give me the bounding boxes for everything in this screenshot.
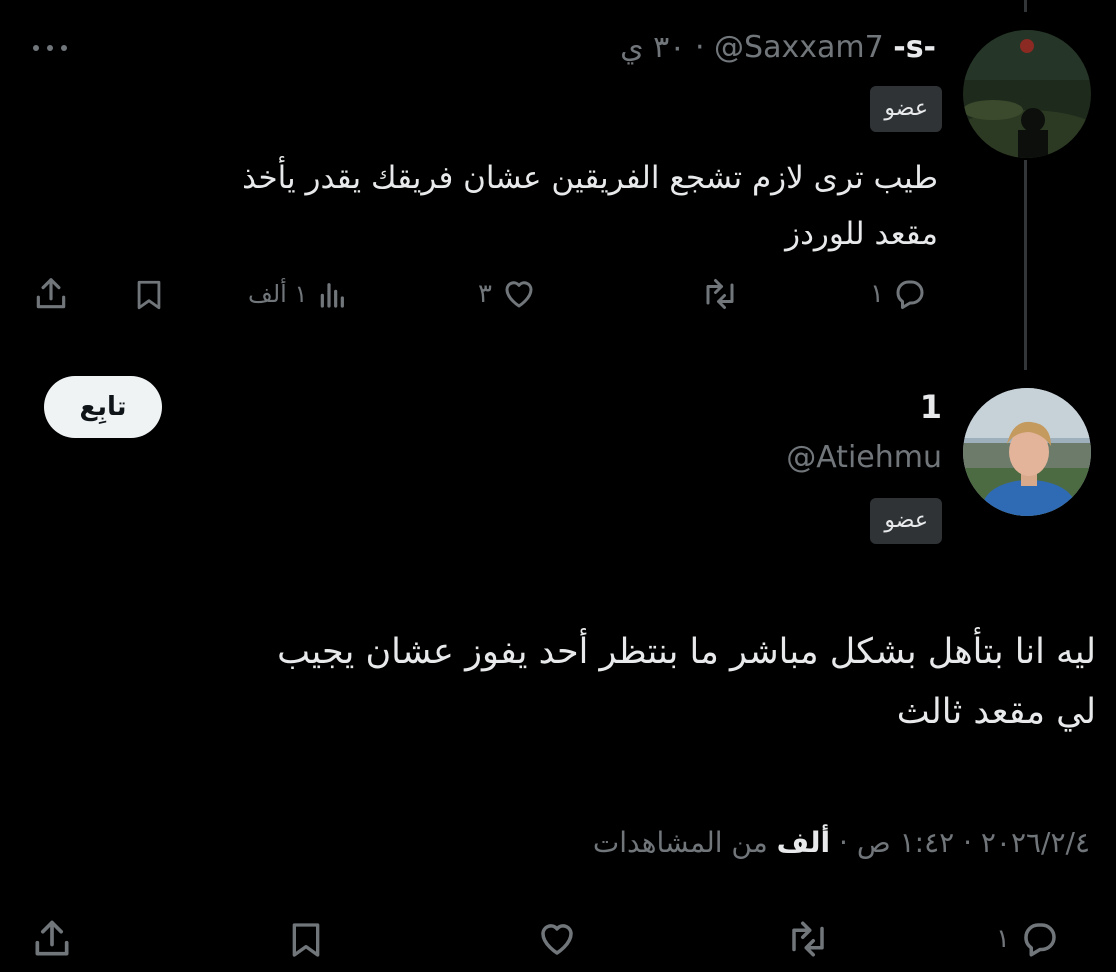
views-chart-icon (321, 283, 345, 308)
tweet-text: ليه انا بتأهل بشكل مباشر ما بنتظر أحد يف… (16, 622, 1096, 742)
share-icon (36, 278, 66, 309)
views-action[interactable]: ١ ألف (248, 278, 351, 310)
more-options-icon[interactable] (30, 38, 70, 58)
reply-action[interactable]: ١ (996, 918, 1062, 960)
reply-count: ١ (996, 924, 1010, 954)
follow-button[interactable]: تابِع (44, 376, 162, 438)
bookmark-action[interactable] (132, 276, 166, 314)
handle[interactable]: @Saxxam7 (714, 30, 884, 65)
reply-action[interactable]: ١ (870, 276, 928, 312)
handle[interactable]: @Atiehmu (786, 440, 942, 475)
tweet-text: طيب ترى لازم تشجع الفريقين عشان فريقك يق… (58, 150, 938, 262)
heart-icon (541, 924, 573, 955)
like-action[interactable]: ٣ (478, 276, 538, 312)
retweet-action[interactable] (700, 276, 748, 312)
member-badge: عضو (870, 498, 942, 544)
thread-connector-top (1024, 0, 1027, 12)
tweet-text-line: لي مقعد ثالث (896, 692, 1096, 732)
tweet-time[interactable]: ١:٤٢ ص (857, 826, 954, 859)
retweet-action[interactable] (784, 918, 832, 960)
display-name[interactable]: 1 (920, 388, 942, 426)
bookmark-action[interactable] (286, 918, 326, 962)
bookmark-icon (137, 280, 161, 310)
views-label: من المشاهدات (592, 826, 768, 859)
tweet-date[interactable]: ٢٠٢٦/٢/٤ (981, 826, 1090, 859)
like-count: ٣ (478, 279, 492, 309)
reply-header: -s- @Saxxam7 · ٣٠ ي (620, 30, 936, 65)
views-count: ١ ألف (248, 280, 308, 308)
share-icon (35, 920, 69, 956)
reply-icon (896, 280, 924, 309)
timestamp[interactable]: ٣٠ ي (620, 30, 685, 65)
tweet-text-line: طيب ترى لازم تشجع الفريقين عشان فريقك يق… (242, 160, 938, 196)
tweet-text-line: ليه انا بتأهل بشكل مباشر ما بنتظر أحد يف… (277, 632, 1096, 672)
reply-count: ١ (870, 279, 884, 309)
avatar[interactable] (963, 30, 1091, 158)
separator: · (839, 826, 848, 859)
tweet-text-line: مقعد للوردز (785, 216, 938, 252)
thread-connector (1024, 160, 1027, 370)
bookmark-icon (292, 923, 320, 957)
views-number: ألف (776, 826, 831, 859)
share-action[interactable] (30, 916, 74, 962)
like-action[interactable] (534, 918, 580, 960)
tweet-meta: ٢٠٢٦/٢/٤ · ١:٤٢ ص · ألف من المشاهدات (593, 826, 1090, 859)
retweet-icon (706, 279, 734, 309)
retweet-icon (792, 921, 824, 957)
member-badge: عضو (870, 86, 942, 132)
separator: · (963, 826, 972, 859)
separator: · (694, 30, 705, 65)
avatar[interactable] (963, 388, 1091, 516)
share-action[interactable] (32, 274, 70, 314)
display-name[interactable]: -s- (893, 30, 936, 65)
heart-icon (505, 281, 533, 308)
reply-icon (1024, 923, 1056, 957)
